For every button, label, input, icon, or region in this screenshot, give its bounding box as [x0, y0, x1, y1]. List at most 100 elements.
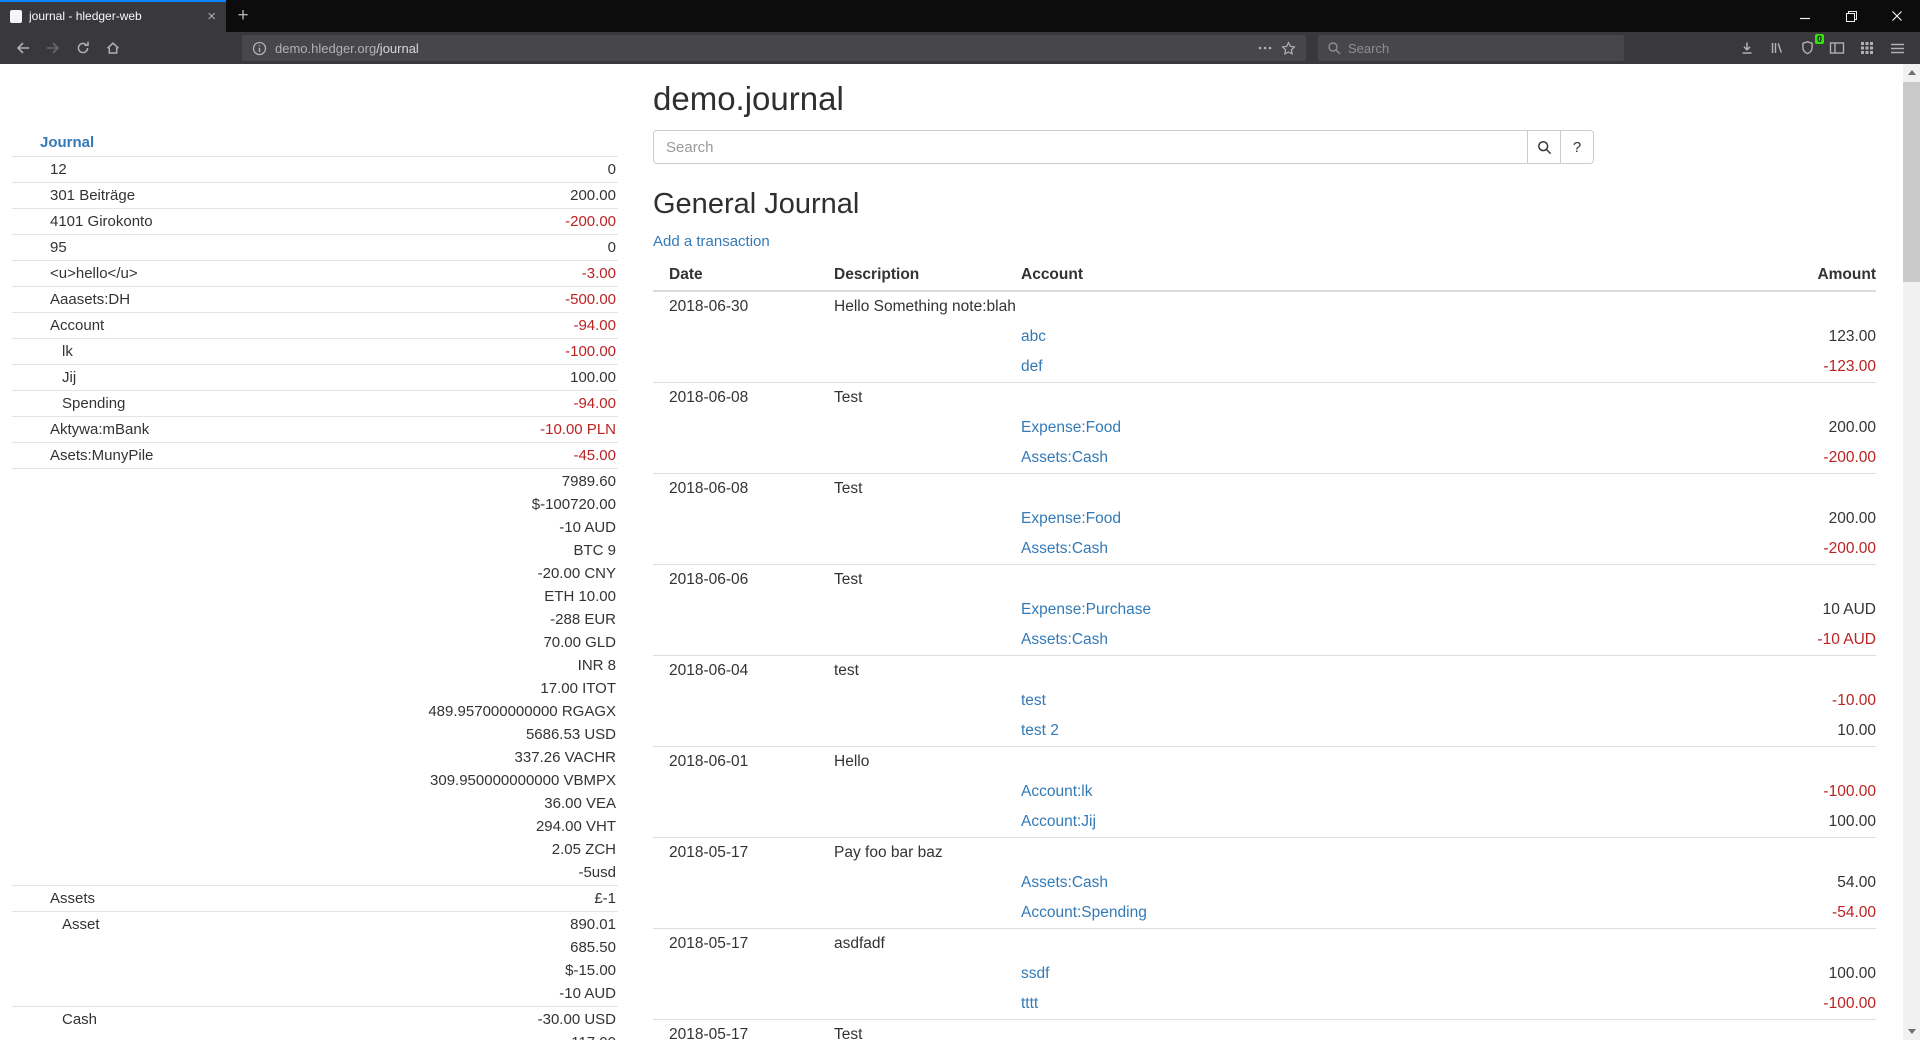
scrollbar-thumb[interactable] [1903, 82, 1920, 282]
sidebar-toggle-button[interactable] [1822, 34, 1852, 62]
reload-icon [75, 40, 91, 56]
transaction-date: 2018-06-06 [669, 565, 834, 595]
account-balance: 890.01685.50$-15.00-10 AUD [559, 913, 616, 1005]
transaction-header-row[interactable]: 2018-05-17Pay foo bar baz [653, 837, 1876, 868]
tab-close-icon[interactable]: × [207, 9, 216, 24]
balance-amount: -94.00 [573, 392, 616, 415]
posting-account-link[interactable]: Expense:Food [1021, 504, 1121, 534]
account-link[interactable]: 12 [50, 158, 67, 181]
tab-favicon-icon [10, 10, 22, 23]
extension-button[interactable]: 0 [1792, 34, 1822, 62]
sidebar-journal-link[interactable]: Journal [40, 134, 94, 151]
balance-amount: 100.00 [570, 366, 616, 389]
browser-tab[interactable]: journal - hledger-web × [0, 0, 226, 32]
account-link[interactable]: Account [50, 314, 104, 337]
posting-account-link[interactable]: Account:Jij [1021, 807, 1096, 837]
journal-search-button[interactable] [1528, 130, 1561, 164]
account-link[interactable]: Spending [50, 392, 125, 415]
forward-button[interactable] [38, 34, 68, 62]
minimize-icon [1799, 10, 1811, 22]
account-link[interactable]: lk [50, 340, 73, 363]
transaction-header-row[interactable]: 2018-05-17Test [653, 1019, 1876, 1040]
posting-row: Account:lk-100.00 [653, 777, 1876, 807]
apps-grid-button[interactable] [1852, 34, 1882, 62]
home-button[interactable] [98, 34, 128, 62]
balance-amount: 70.00 GLD [428, 631, 616, 654]
browser-search-bar[interactable]: Search [1318, 35, 1624, 61]
page-actions-icon[interactable] [1257, 41, 1273, 55]
posting-row: Account:Jij100.00 [653, 807, 1876, 837]
new-tab-button[interactable]: + [226, 0, 260, 32]
account-link[interactable]: Jij [50, 366, 76, 389]
library-button[interactable] [1762, 34, 1792, 62]
posting-account-link[interactable]: Assets:Cash [1021, 534, 1108, 564]
transaction-header-row[interactable]: 2018-06-01Hello [653, 746, 1876, 777]
posting-account-link[interactable]: Expense:Food [1021, 413, 1121, 443]
transaction-date: 2018-05-17 [669, 1020, 834, 1040]
account-link[interactable]: <u>hello</u> [50, 262, 138, 285]
posting-account-link[interactable]: test 2 [1021, 716, 1059, 746]
browser-chrome: journal - hledger-web × + [0, 0, 1920, 64]
posting-account-link[interactable]: ssdf [1021, 959, 1049, 989]
posting-account-link[interactable]: tttt [1021, 989, 1038, 1019]
account-link[interactable]: 4101 Girokonto [50, 210, 153, 233]
grid-icon [1860, 41, 1874, 55]
search-help-button[interactable]: ? [1561, 130, 1594, 164]
account-link[interactable]: Assets [50, 887, 95, 910]
account-link[interactable]: 95 [50, 236, 67, 259]
posting-account-link[interactable]: Assets:Cash [1021, 443, 1108, 473]
add-transaction-link[interactable]: Add a transaction [653, 233, 770, 250]
account-row: Assets£-1 [12, 885, 618, 911]
bookmark-star-icon[interactable] [1281, 41, 1296, 56]
window-minimize-button[interactable] [1782, 0, 1828, 32]
posting-account-link[interactable]: Expense:Purchase [1021, 595, 1151, 625]
tab-title: journal - hledger-web [29, 9, 200, 23]
account-link[interactable]: Asset [50, 913, 100, 936]
transaction-description: Hello Something note:blah [834, 292, 1876, 322]
account-link[interactable]: Cash [50, 1008, 97, 1031]
window-restore-button[interactable] [1828, 0, 1874, 32]
url-bar[interactable]: demo.hledger.org/journal [242, 35, 1306, 61]
account-row: Asset 890.01685.50$-15.00-10 AUD [12, 911, 618, 1006]
account-balance: 200.00 [570, 184, 616, 207]
posting-account-link[interactable]: Assets:Cash [1021, 868, 1108, 898]
transaction-header-row[interactable]: 2018-06-06Test [653, 564, 1876, 595]
transaction-description: test [834, 656, 1876, 686]
scrollbar-down-arrow[interactable] [1903, 1023, 1920, 1040]
account-link[interactable]: 301 Beiträge [50, 184, 135, 207]
back-button[interactable] [8, 34, 38, 62]
transaction-header-row[interactable]: 2018-06-08Test [653, 473, 1876, 504]
posting-account-link[interactable]: def [1021, 352, 1043, 382]
balance-amount: -10 AUD [559, 982, 616, 1005]
transaction-header-row[interactable]: 2018-06-04test [653, 655, 1876, 686]
posting-row: Assets:Cash54.00 [653, 868, 1876, 898]
account-row: lk-100.00 [12, 338, 618, 364]
menu-button[interactable] [1882, 34, 1912, 62]
posting-account-link[interactable]: test [1021, 686, 1046, 716]
downloads-button[interactable] [1732, 34, 1762, 62]
page-scrollbar[interactable] [1903, 64, 1920, 1040]
posting-amount: 123.00 [1716, 322, 1876, 352]
scrollbar-up-arrow[interactable] [1903, 64, 1920, 81]
transaction-date: 2018-06-30 [669, 292, 834, 322]
transaction-date: 2018-06-04 [669, 656, 834, 686]
posting-account-link[interactable]: abc [1021, 322, 1046, 352]
posting-account-link[interactable]: Assets:Cash [1021, 625, 1108, 655]
url-text[interactable]: demo.hledger.org/journal [275, 41, 1249, 56]
transaction-header-row[interactable]: 2018-06-30Hello Something note:blah [653, 292, 1876, 322]
transaction-header-row[interactable]: 2018-05-17asdfadf [653, 928, 1876, 959]
account-link[interactable]: Aktywa:mBank [50, 418, 149, 441]
account-link[interactable]: Aaasets:DH [50, 288, 130, 311]
posting-amount: -100.00 [1716, 989, 1876, 1019]
transaction: 2018-06-01HelloAccount:lk-100.00Account:… [653, 746, 1876, 837]
posting-account-link[interactable]: Account:Spending [1021, 898, 1147, 928]
transaction-date: 2018-06-08 [669, 383, 834, 413]
transaction-header-row[interactable]: 2018-06-08Test [653, 382, 1876, 413]
reload-button[interactable] [68, 34, 98, 62]
posting-row: test-10.00 [653, 686, 1876, 716]
window-close-button[interactable] [1874, 0, 1920, 32]
posting-account-link[interactable]: Account:lk [1021, 777, 1093, 807]
journal-search-input[interactable] [653, 130, 1528, 164]
account-link[interactable]: Asets:MunyPile [50, 444, 153, 467]
account-balance: -10.00 PLN [540, 418, 616, 441]
